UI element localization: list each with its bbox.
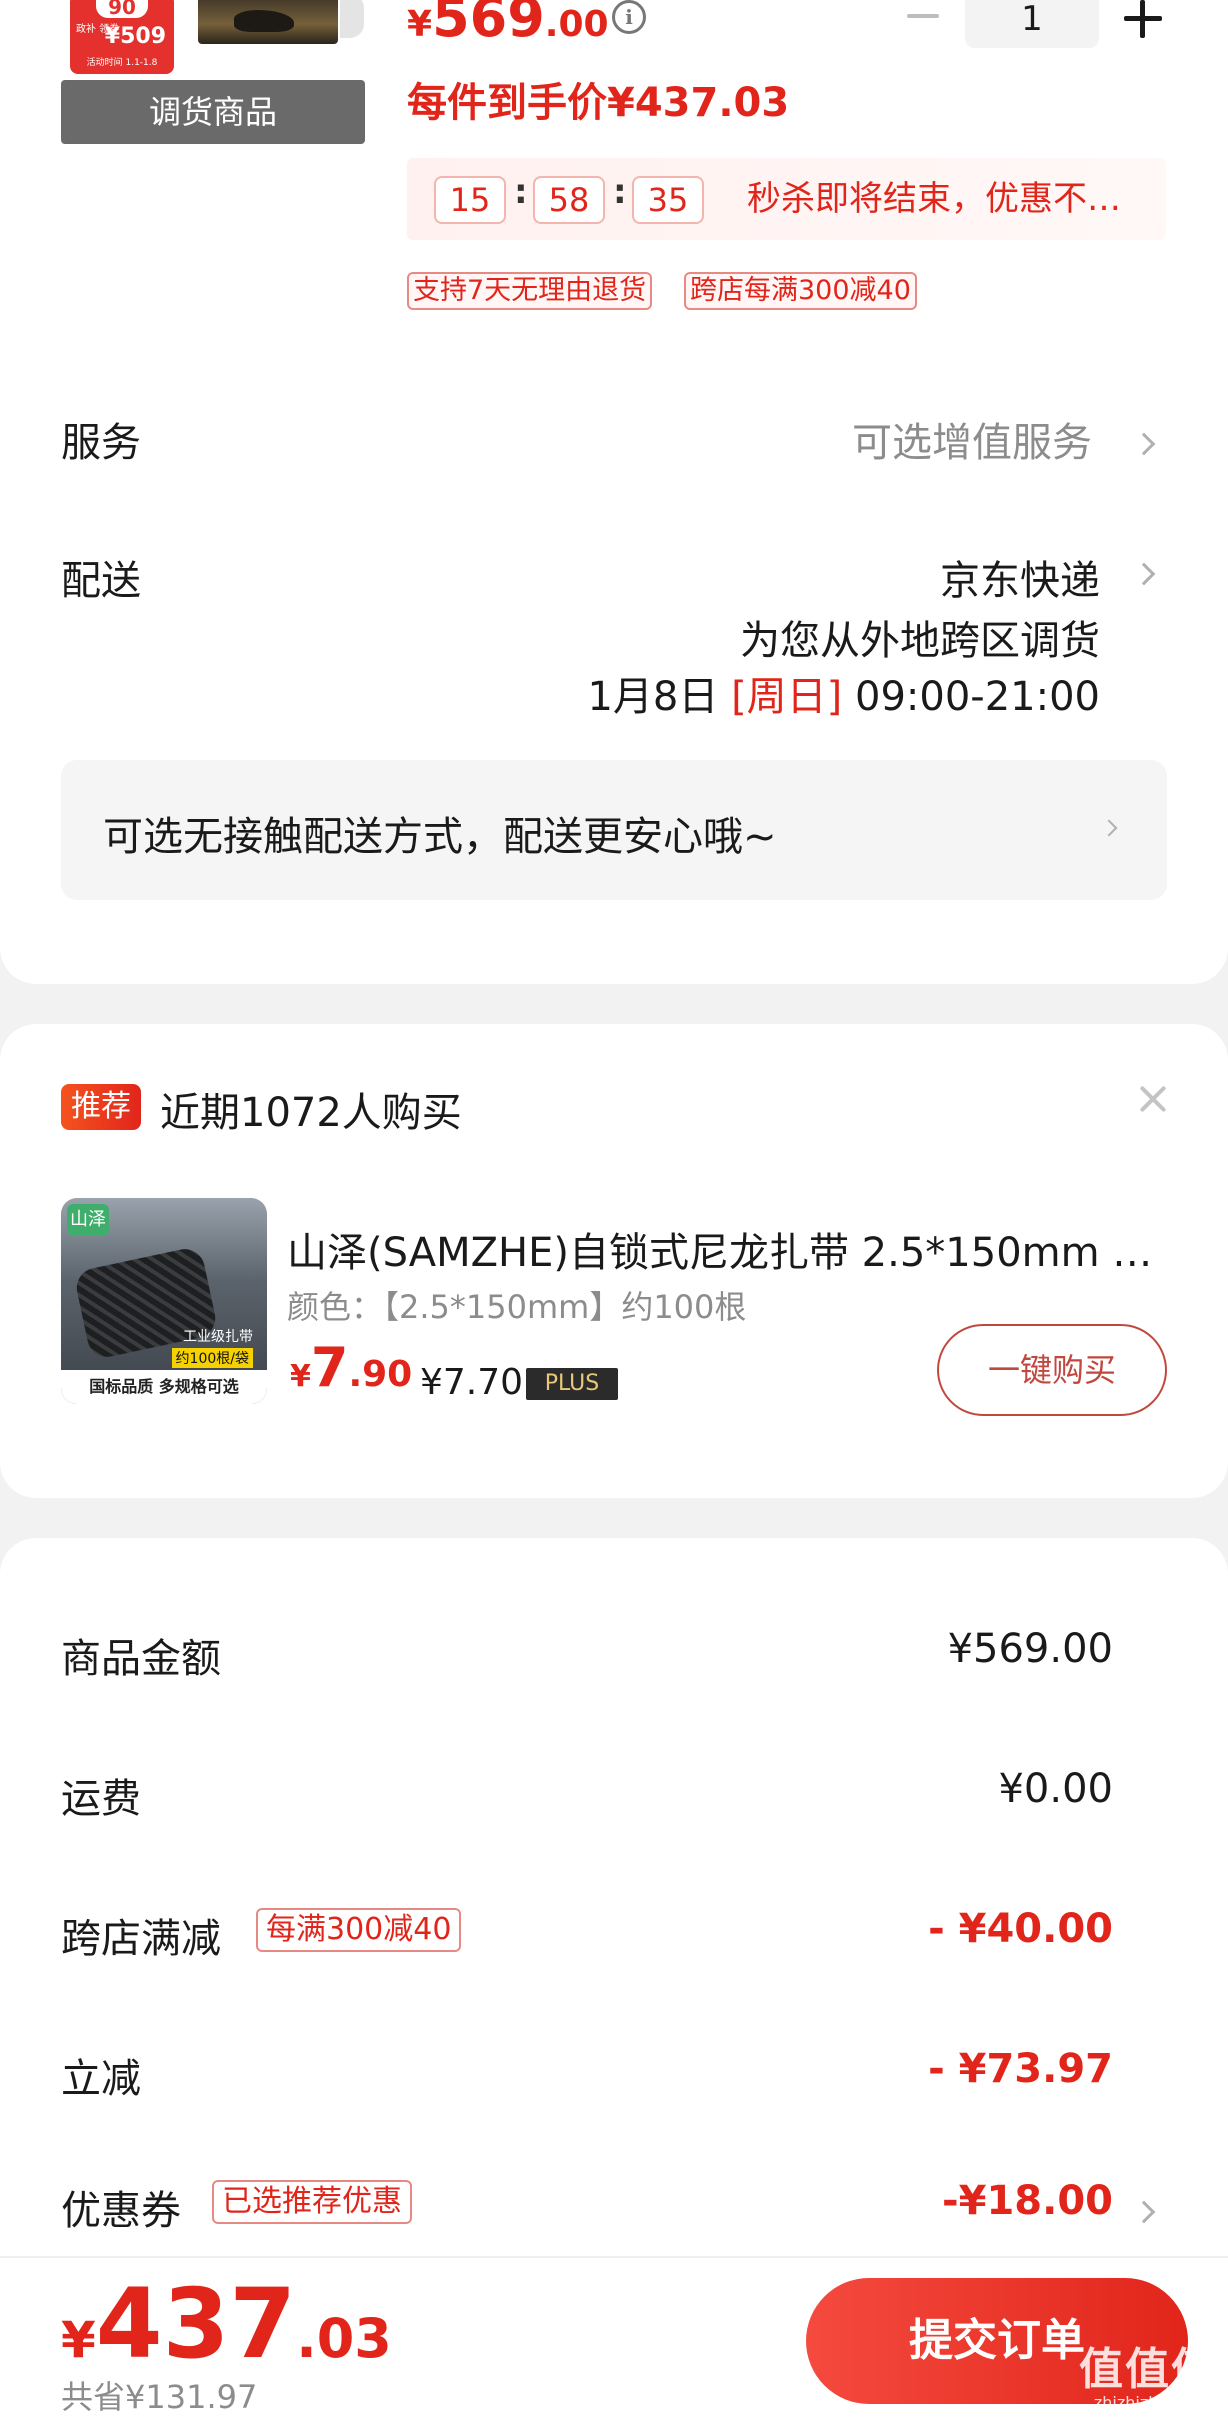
thumbnail-price: ¥509 bbox=[104, 24, 166, 49]
delivery-date: 1月8日 bbox=[587, 674, 719, 720]
summary-row-shipping: 运费 ¥0.00 bbox=[0, 1766, 1228, 1826]
total-saved: 共省¥131.97 bbox=[61, 2378, 258, 2416]
one-click-buy-button[interactable]: 一键购买 bbox=[937, 1324, 1167, 1416]
summary-label: 立减 bbox=[61, 2056, 141, 2102]
countdown-seconds: 35 bbox=[632, 176, 704, 224]
watermark-logo: 值值值 bbox=[1079, 2344, 1217, 2395]
price-decimal: .03 bbox=[296, 2307, 392, 2370]
delivery-label: 配送 bbox=[61, 558, 141, 604]
flash-sale-text: 秒杀即将结束，优惠不容错过 bbox=[747, 179, 1152, 219]
price-integer: 437 bbox=[95, 2268, 297, 2380]
price-currency: ¥ bbox=[61, 2311, 96, 2369]
summary-label: 运费 bbox=[61, 1776, 141, 1822]
chevron-right-icon[interactable] bbox=[1132, 2200, 1156, 2224]
image-label: 约100根/袋 bbox=[171, 1348, 253, 1368]
return-policy-tag: 支持7天无理由退货 bbox=[407, 272, 653, 310]
delivery-carrier[interactable]: 京东快递 bbox=[940, 548, 1100, 606]
info-icon[interactable]: i bbox=[612, 0, 646, 34]
summary-value: - ¥40.00 bbox=[928, 1906, 1113, 1952]
summary-value: -¥18.00 bbox=[942, 2178, 1113, 2224]
summary-label: 优惠券 bbox=[61, 2188, 181, 2234]
price-integer: 569 bbox=[432, 0, 545, 49]
plus-member-price: ¥7.70 bbox=[420, 1362, 524, 1403]
product-thumbnail-promo[interactable]: 90 政补 领券 ¥509 活动时间 1.1-1.8 bbox=[70, 0, 174, 74]
summary-row-cross-store: 跨店满减 每满300减40 - ¥40.00 bbox=[0, 1906, 1228, 1966]
plus-badge: PLUS bbox=[526, 1368, 618, 1400]
recommend-product-spec: 颜色：【2.5*150mm】约100根 bbox=[287, 1288, 747, 1326]
cross-store-tag: 每满300减40 bbox=[256, 1908, 462, 1952]
image-label: 工业级扎带 bbox=[183, 1329, 253, 1345]
flash-sale-bar: 15 : 58 : 35 秒杀即将结束，优惠不容错过 bbox=[407, 158, 1166, 240]
product-card: 90 政补 领券 ¥509 活动时间 1.1-1.8 调货商品 ¥569.00 … bbox=[0, 0, 1228, 984]
per-item-final-price: 每件到手价¥437.03 bbox=[407, 80, 790, 126]
recommend-product-image[interactable]: 山泽 工业级扎带 约100根/袋 国标品质 多规格可选 bbox=[61, 1198, 267, 1404]
photo-subject bbox=[234, 10, 294, 32]
product-thumbnail-more[interactable] bbox=[340, 0, 364, 38]
brand-mark: 山泽 bbox=[67, 1204, 109, 1236]
close-icon[interactable] bbox=[1138, 1084, 1168, 1114]
summary-label: 商品金额 bbox=[61, 1636, 221, 1682]
delivery-weekday: [周日] bbox=[731, 674, 843, 720]
summary-row-instant: 立减 - ¥73.97 bbox=[0, 2046, 1228, 2106]
contactless-text: 可选无接触配送方式，配送更安心哦~ bbox=[103, 814, 777, 860]
price-decimal: .00 bbox=[544, 4, 609, 45]
countdown-hours: 15 bbox=[434, 176, 506, 224]
product-thumbnail-photo[interactable] bbox=[198, 0, 338, 44]
quantity-input[interactable]: 1 bbox=[965, 0, 1099, 48]
quantity-minus-button[interactable] bbox=[905, 0, 941, 36]
delivery-time-range: 09:00-21:00 bbox=[855, 674, 1100, 720]
summary-row-goods: 商品金额 ¥569.00 bbox=[0, 1626, 1228, 1686]
watermark-url: zhizhizhi.com bbox=[1093, 2393, 1203, 2412]
countdown-separator: : bbox=[514, 172, 528, 212]
thumbnail-note: 活动时间 1.1-1.8 bbox=[86, 58, 158, 68]
summary-value: ¥569.00 bbox=[947, 1626, 1113, 1672]
price-currency: ¥ bbox=[407, 4, 433, 45]
promo-tag: 跨店每满300减40 bbox=[684, 272, 917, 310]
summary-row-coupon[interactable]: 优惠券 已选推荐优惠 -¥18.00 bbox=[0, 2178, 1228, 2238]
price-currency: ¥ bbox=[290, 1359, 311, 1394]
image-footer: 国标品质 多规格可选 bbox=[61, 1370, 267, 1404]
chevron-right-icon[interactable] bbox=[1132, 562, 1156, 586]
contactless-delivery-option[interactable]: 可选无接触配送方式，配送更安心哦~ bbox=[61, 760, 1167, 900]
recommend-card: 推荐 近期1072人购买 山泽 工业级扎带 约100根/袋 国标品质 多规格可选… bbox=[0, 1024, 1228, 1498]
countdown-separator: : bbox=[613, 172, 627, 212]
site-watermark: 值值值 zhizhizhi.com bbox=[1078, 2346, 1218, 2416]
quantity-plus-button[interactable] bbox=[1124, 0, 1162, 38]
recommend-price: ¥7.90 bbox=[290, 1336, 412, 1399]
delivery-time: 1月8日 [周日] 09:00-21:00 bbox=[587, 664, 1100, 722]
summary-label: 跨店满减 bbox=[61, 1916, 221, 1962]
recommend-product-name[interactable]: 山泽(SAMZHE)自锁式尼龙扎带 2.5*150mm 黑色 bbox=[287, 1220, 1167, 1278]
thumbnail-discount: 90 bbox=[96, 0, 148, 18]
order-confirm-page: 90 政补 领券 ¥509 活动时间 1.1-1.8 调货商品 ¥569.00 … bbox=[0, 0, 1228, 2424]
summary-value: - ¥73.97 bbox=[928, 2046, 1113, 2092]
summary-value: ¥0.00 bbox=[998, 1766, 1113, 1812]
countdown-minutes: 58 bbox=[533, 176, 605, 224]
price-decimal: .90 bbox=[348, 1354, 413, 1395]
price-integer: 7 bbox=[310, 1336, 349, 1399]
total-price: ¥437.03 bbox=[61, 2268, 392, 2380]
recommend-title: 近期1072人购买 bbox=[160, 1090, 462, 1136]
service-label: 服务 bbox=[61, 420, 141, 466]
checkout-bar: ¥437.03 共省¥131.97 提交订单 bbox=[0, 2256, 1228, 2424]
delivery-note: 为您从外地跨区调货 bbox=[740, 618, 1100, 664]
chevron-right-icon[interactable] bbox=[1132, 432, 1156, 456]
transfer-goods-label: 调货商品 bbox=[61, 80, 365, 144]
coupon-tag: 已选推荐优惠 bbox=[212, 2180, 412, 2224]
product-price: ¥569.00 bbox=[407, 0, 609, 49]
recommend-badge: 推荐 bbox=[61, 1084, 141, 1130]
service-value[interactable]: 可选增值服务 bbox=[852, 410, 1092, 468]
chevron-right-icon bbox=[1100, 819, 1118, 837]
